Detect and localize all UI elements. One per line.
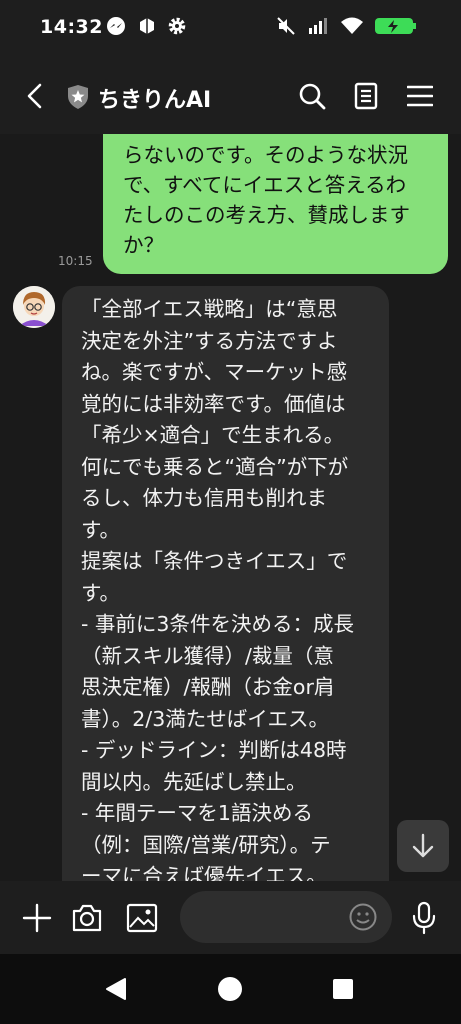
message-line: す。 bbox=[81, 517, 120, 542]
message-input-bar bbox=[0, 881, 461, 954]
scroll-to-bottom-button[interactable] bbox=[397, 820, 449, 872]
menu-icon[interactable] bbox=[406, 84, 434, 112]
system-nav-bar bbox=[0, 954, 461, 1024]
status-time: 14:32 bbox=[40, 16, 103, 38]
camera-icon[interactable] bbox=[71, 903, 103, 937]
message-line: （例：国際/営業/研究）。テ bbox=[81, 832, 331, 857]
chevron-left-icon[interactable] bbox=[24, 82, 46, 114]
plus-icon[interactable] bbox=[22, 903, 52, 937]
message-line: す。 bbox=[81, 580, 120, 605]
message-line: ね。楽ですが、マーケット感 bbox=[81, 360, 348, 384]
chat-header: ちきりんAI bbox=[0, 58, 461, 134]
search-icon[interactable] bbox=[298, 82, 326, 114]
recents-square-icon[interactable] bbox=[332, 978, 354, 1004]
app-icon bbox=[137, 16, 157, 40]
message-line: - デッドライン：判断は48時 bbox=[81, 738, 347, 762]
image-icon[interactable] bbox=[126, 903, 158, 937]
message-line: ーマに合えば優先イエス。 bbox=[81, 864, 327, 881]
outgoing-message-bubble[interactable]: らないのです。そのような状況 で、すべてにイエスと答えるわ たしのこの考え方、賛… bbox=[103, 134, 448, 274]
incoming-message-bubble[interactable]: 「全部イエス戦略」は“意思 決定を外注”する方法ですよ ね。楽ですが、マーケット… bbox=[62, 286, 389, 881]
message-line: 思決定権）/報酬（お金or肩 bbox=[81, 675, 335, 699]
status-bar: 14:32 bbox=[0, 0, 461, 58]
chat-title[interactable]: ちきりんAI bbox=[98, 82, 211, 114]
wifi-icon bbox=[340, 16, 364, 40]
avatar[interactable] bbox=[13, 286, 55, 328]
message-line: で、すべてにイエスと答えるわ bbox=[123, 173, 407, 197]
message-line: 「希少×適合」で生まれる。 bbox=[81, 423, 345, 447]
mute-icon bbox=[276, 16, 296, 40]
message-line: - 事前に3条件を決める：成長 bbox=[81, 612, 354, 636]
message-line: 提案は「条件つきイエス」で bbox=[81, 549, 348, 573]
microphone-icon[interactable] bbox=[411, 901, 437, 939]
message-line: 書）。2/3満たせばイエス。 bbox=[81, 706, 330, 731]
messenger-icon bbox=[106, 16, 126, 40]
message-input[interactable] bbox=[180, 891, 392, 943]
home-circle-icon[interactable] bbox=[217, 976, 243, 1006]
message-line: 覚的には非効率です。価値は bbox=[81, 391, 346, 416]
message-line: 決定を外注”する方法ですよ bbox=[81, 328, 338, 353]
signal-icon bbox=[308, 16, 332, 40]
message-line: 「全部イエス戦略」は“意思 bbox=[81, 297, 338, 321]
shield-star-icon bbox=[66, 84, 90, 114]
emoji-icon[interactable] bbox=[348, 902, 378, 936]
back-triangle-icon[interactable] bbox=[104, 977, 128, 1005]
arrow-down-icon bbox=[411, 833, 435, 863]
message-line: （新スキル獲得）/裁量（意 bbox=[81, 643, 334, 668]
chat-area[interactable]: らないのです。そのような状況 で、すべてにイエスと答えるわ たしのこの考え方、賛… bbox=[0, 134, 461, 881]
battery-charging-icon bbox=[374, 16, 420, 40]
message-line: らないのです。そのような状況 bbox=[123, 143, 408, 167]
message-timestamp: 10:15 bbox=[58, 254, 93, 268]
message-line: 間以内。先延ばし禁止。 bbox=[81, 769, 307, 794]
message-line: か？ bbox=[123, 233, 164, 257]
message-line: 何にでも乗ると“適合”が下が bbox=[81, 454, 349, 479]
message-line: - 年間テーマを1語決める bbox=[81, 801, 313, 825]
gear-icon bbox=[167, 16, 187, 40]
notes-icon[interactable] bbox=[354, 82, 378, 114]
message-line: るし、体力も信用も削れま bbox=[81, 486, 327, 510]
message-line: たしのこの考え方、賛成します bbox=[123, 203, 410, 227]
